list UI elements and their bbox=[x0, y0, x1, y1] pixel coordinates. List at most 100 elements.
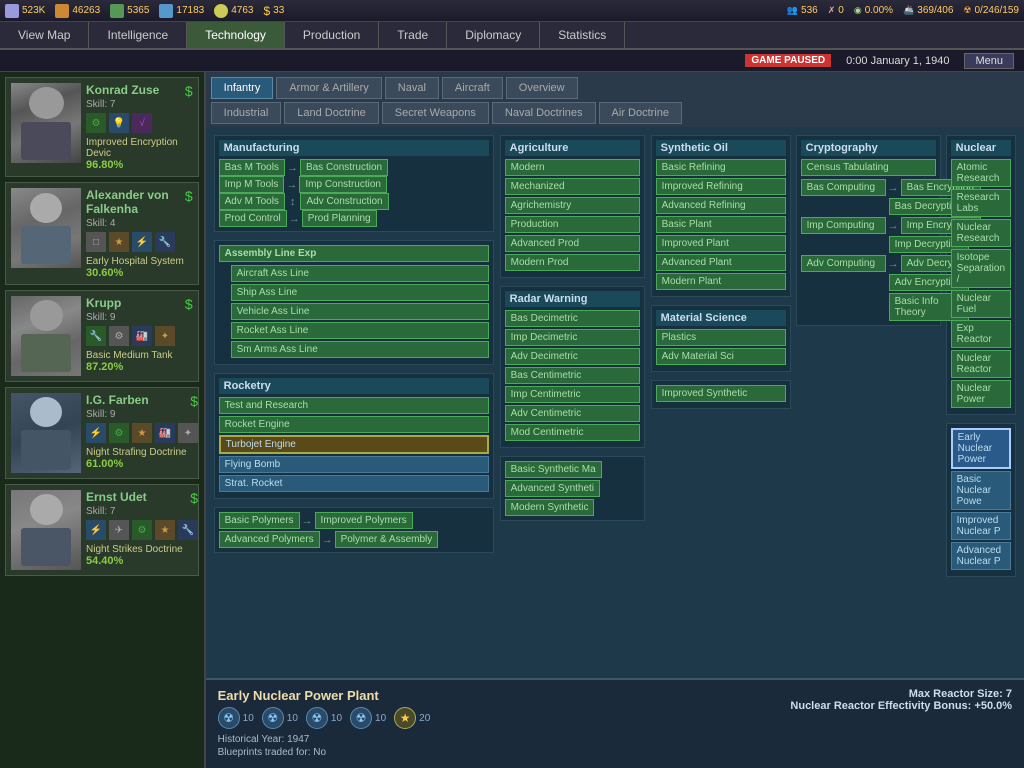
tab-air-doctrine[interactable]: Air Doctrine bbox=[599, 102, 682, 124]
tech-early-nuclear-power[interactable]: Early Nuclear Power bbox=[951, 428, 1011, 469]
scientist-card-5[interactable]: Ernst Udet $ Skill: 7 ⚡ ✈ ⚙ ★ 🔧 Night St… bbox=[5, 484, 199, 576]
tech-bas-construction[interactable]: Bas Construction bbox=[300, 159, 388, 176]
tech-advanced-plant[interactable]: Advanced Plant bbox=[656, 254, 786, 271]
tech-advanced-prod[interactable]: Advanced Prod bbox=[505, 235, 640, 252]
nav-statistics[interactable]: Statistics bbox=[540, 22, 625, 48]
tech-prod-planning[interactable]: Prod Planning bbox=[302, 210, 377, 227]
tech-bas-centimetric[interactable]: Bas Centimetric bbox=[505, 367, 640, 384]
tech-adv-material-sci[interactable]: Adv Material Sci bbox=[656, 348, 786, 365]
tech-assembly-line-exp[interactable]: Assembly Line Exp bbox=[219, 245, 489, 262]
tech-imp-centimetric[interactable]: Imp Centimetric bbox=[505, 386, 640, 403]
money-value: 4763 bbox=[231, 5, 253, 16]
tech-modern-plant[interactable]: Modern Plant bbox=[656, 273, 786, 290]
tab-land-doctrine[interactable]: Land Doctrine bbox=[284, 102, 379, 124]
tech-atomic-research[interactable]: Atomic Research bbox=[951, 159, 1011, 187]
tech-basic-plant[interactable]: Basic Plant bbox=[656, 216, 786, 233]
nuke-value-3: 10 bbox=[331, 713, 342, 724]
tech-polymer-assembly[interactable]: Polymer & Assembly bbox=[335, 531, 439, 548]
tech-sm-arms-ass-line[interactable]: Sm Arms Ass Line bbox=[231, 341, 489, 358]
tech-adv-decimetric[interactable]: Adv Decimetric bbox=[505, 348, 640, 365]
scientist-card-4[interactable]: I.G. Farben $ Skill: 9 ⚡ ⚙ ★ 🏭 ✦ Night S… bbox=[5, 387, 199, 479]
scientist-card-2[interactable]: Alexander von Falkenha $ Skill: 4 □ ★ ⚡ … bbox=[5, 182, 199, 285]
tab-naval[interactable]: Naval bbox=[385, 77, 439, 99]
tech-nuclear-power[interactable]: Nuclear Power bbox=[951, 380, 1011, 408]
gold-display: $ 33 bbox=[263, 4, 284, 18]
tech-rocket-engine[interactable]: Rocket Engine bbox=[219, 416, 489, 433]
tech-production-agri[interactable]: Production bbox=[505, 216, 640, 233]
tab-industrial[interactable]: Industrial bbox=[211, 102, 282, 124]
scientist-name-5: Ernst Udet bbox=[86, 490, 147, 504]
tech-basic-nuclear-power[interactable]: Basic Nuclear Powe bbox=[951, 471, 1011, 510]
tech-modern-synthetic[interactable]: Modern Synthetic bbox=[505, 499, 595, 516]
tech-vehicle-ass-line[interactable]: Vehicle Ass Line bbox=[231, 303, 489, 320]
tech-modern-agri[interactable]: Modern bbox=[505, 159, 640, 176]
tech-basic-synthetic-ma[interactable]: Basic Synthetic Ma bbox=[505, 461, 602, 478]
nav-diplomacy[interactable]: Diplomacy bbox=[447, 22, 540, 48]
tech-advanced-nuclear-p[interactable]: Advanced Nuclear P bbox=[951, 542, 1011, 570]
tech-ship-ass-line[interactable]: Ship Ass Line bbox=[231, 284, 489, 301]
scientist-progress-3: 87.20% bbox=[86, 361, 193, 373]
tech-improved-refining[interactable]: Improved Refining bbox=[656, 178, 786, 195]
tech-mechanized[interactable]: Mechanized bbox=[505, 178, 640, 195]
tech-imp-construction[interactable]: Imp Construction bbox=[299, 176, 387, 193]
tech-imp-computing[interactable]: Imp Computing bbox=[801, 217, 886, 234]
tech-aircraft-ass-line[interactable]: Aircraft Ass Line bbox=[231, 265, 489, 282]
nuke-symbol-4: ☢ bbox=[350, 707, 372, 729]
tech-imp-decimetric[interactable]: Imp Decimetric bbox=[505, 329, 640, 346]
tech-nuclear-research[interactable]: Nuclear Research bbox=[951, 219, 1011, 247]
tech-prod-control[interactable]: Prod Control bbox=[219, 210, 287, 227]
tech-plastics[interactable]: Plastics bbox=[656, 329, 786, 346]
tech-basic-polymers[interactable]: Basic Polymers bbox=[219, 512, 300, 529]
nav-viewmap[interactable]: View Map bbox=[0, 22, 89, 48]
tech-advanced-refining[interactable]: Advanced Refining bbox=[656, 197, 786, 214]
tab-infantry[interactable]: Infantry bbox=[211, 77, 274, 99]
tech-improved-plant[interactable]: Improved Plant bbox=[656, 235, 786, 252]
tech-improved-polymers[interactable]: Improved Polymers bbox=[315, 512, 413, 529]
rocketry-header: Rocketry bbox=[219, 378, 489, 394]
tech-bas-computing[interactable]: Bas Computing bbox=[801, 179, 886, 196]
ic-value: 46263 bbox=[72, 5, 100, 16]
tech-bas-m-tools[interactable]: Bas M Tools bbox=[219, 159, 285, 176]
tech-flying-bomb[interactable]: Flying Bomb bbox=[219, 456, 489, 473]
tech-nuclear-reactor[interactable]: Nuclear Reactor bbox=[951, 350, 1011, 378]
tech-imp-m-tools[interactable]: Imp M Tools bbox=[219, 176, 285, 193]
scientist-card-1[interactable]: Konrad Zuse $ Skill: 7 ⚙ 💡 √ Improved En… bbox=[5, 77, 199, 177]
tech-isotope-separation[interactable]: Isotope Separation / bbox=[951, 249, 1011, 288]
scientist-task-3: Basic Medium Tank bbox=[86, 350, 193, 361]
tech-research-labs[interactable]: Research Labs bbox=[951, 189, 1011, 217]
menu-button[interactable]: Menu bbox=[964, 53, 1014, 69]
nav-technology[interactable]: Technology bbox=[187, 22, 285, 48]
tech-mod-centimetric[interactable]: Mod Centimetric bbox=[505, 424, 640, 441]
tech-nuclear-fuel[interactable]: Nuclear Fuel bbox=[951, 290, 1011, 318]
tech-test-research[interactable]: Test and Research bbox=[219, 397, 489, 414]
tech-advanced-synthetic[interactable]: Advanced Syntheti bbox=[505, 480, 600, 497]
photo-body-5 bbox=[21, 528, 71, 566]
tech-adv-computing[interactable]: Adv Computing bbox=[801, 255, 886, 272]
tech-adv-construction[interactable]: Adv Construction bbox=[300, 193, 388, 210]
scientist-card-3[interactable]: Krupp $ Skill: 9 🔧 ⚙ 🏭 ✦ Basic Medium Ta… bbox=[5, 290, 199, 382]
tech-modern-prod[interactable]: Modern Prod bbox=[505, 254, 640, 271]
tab-armor[interactable]: Armor & Artillery bbox=[276, 77, 381, 99]
tech-adv-m-tools[interactable]: Adv M Tools bbox=[219, 193, 285, 210]
tech-bas-decimetric[interactable]: Bas Decimetric bbox=[505, 310, 640, 327]
tech-rocket-ass-line[interactable]: Rocket Ass Line bbox=[231, 322, 489, 339]
tech-agrichemistry[interactable]: Agrichemistry bbox=[505, 197, 640, 214]
tech-strat-rocket[interactable]: Strat. Rocket bbox=[219, 475, 489, 492]
tech-exp-reactor[interactable]: Exp Reactor bbox=[951, 320, 1011, 348]
nukes-display: ☢ 0/246/159 bbox=[963, 5, 1019, 16]
tech-turbojet-engine[interactable]: Turbojet Engine bbox=[219, 435, 489, 454]
tab-aircraft[interactable]: Aircraft bbox=[442, 77, 503, 99]
nav-production[interactable]: Production bbox=[285, 22, 379, 48]
tech-adv-centimetric[interactable]: Adv Centimetric bbox=[505, 405, 640, 422]
tab-overview[interactable]: Overview bbox=[506, 77, 578, 99]
tech-improved-synthetic[interactable]: Improved Synthetic bbox=[656, 385, 786, 402]
tab-secret-weapons[interactable]: Secret Weapons bbox=[382, 102, 489, 124]
tech-basic-refining[interactable]: Basic Refining bbox=[656, 159, 786, 176]
tech-advanced-polymers[interactable]: Advanced Polymers bbox=[219, 531, 320, 548]
tab-naval-doctrines[interactable]: Naval Doctrines bbox=[492, 102, 596, 124]
nav-trade[interactable]: Trade bbox=[379, 22, 447, 48]
nav-intelligence[interactable]: Intelligence bbox=[89, 22, 187, 48]
skill-icon-h: ✦ bbox=[155, 326, 175, 346]
tech-census-tabulating[interactable]: Census Tabulating bbox=[801, 159, 936, 176]
tech-improved-nuclear-p[interactable]: Improved Nuclear P bbox=[951, 512, 1011, 540]
